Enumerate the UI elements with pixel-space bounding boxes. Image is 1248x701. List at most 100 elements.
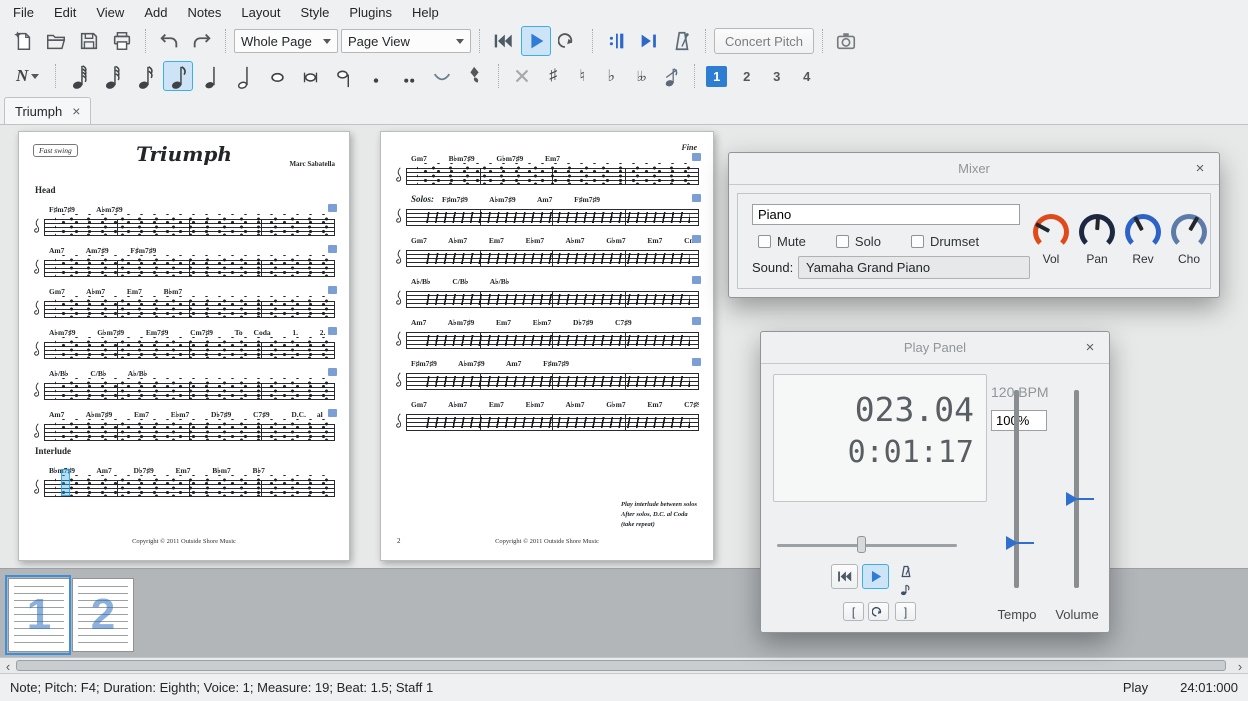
print-button[interactable] [107, 26, 137, 56]
menu-style[interactable]: Style [291, 3, 338, 22]
chord-row[interactable]: A♭/B♭ C/B♭ A♭/B♭ [49, 369, 147, 378]
save-button[interactable] [74, 26, 104, 56]
tempo-percent-input[interactable] [991, 410, 1047, 431]
track-name-input[interactable] [752, 204, 1020, 225]
chord-row[interactable]: Gm7 A♭m7 Em7 E♭m7 A♭m7 G♭m7 Em7 Cm7♯9 [411, 236, 699, 245]
voice-4-button[interactable]: 4 [796, 66, 817, 87]
checkbox-box[interactable] [836, 235, 849, 248]
fine-marking[interactable]: Fine [681, 143, 697, 152]
chord-row[interactable]: F♯m7♯9 A♭m7♯9 [49, 205, 123, 214]
pan-knob[interactable] [1079, 214, 1115, 250]
section-label-interlude[interactable]: Interlude [35, 446, 335, 456]
rest-button[interactable] [460, 61, 490, 91]
image-capture-button[interactable] [831, 26, 861, 56]
close-icon[interactable]: × [72, 104, 80, 118]
staff-system[interactable]: A♭/B♭ C/B♭ A♭/B♭ [33, 367, 335, 400]
staff-system[interactable]: F♯m7♯9 A♭m7♯9 Am7 F♯m7♯9 [395, 357, 699, 390]
system-break-icon[interactable] [692, 235, 701, 243]
close-icon[interactable]: × [1081, 339, 1099, 357]
note-half-button[interactable] [229, 61, 259, 91]
volume-slider-handle[interactable] [1066, 492, 1078, 506]
volume-knob[interactable] [1033, 214, 1069, 250]
natural-button[interactable]: ♮ [569, 62, 595, 90]
close-icon[interactable]: × [1191, 160, 1209, 178]
system-break-icon[interactable] [328, 286, 337, 294]
performance-note[interactable]: Play interlude between solos After solos… [621, 500, 697, 530]
zoom-combobox[interactable]: Whole Page [234, 29, 338, 53]
redo-button[interactable] [187, 26, 217, 56]
menu-add[interactable]: Add [135, 3, 176, 22]
staff-system[interactable]: A♭/B♭ C/B♭ A♭/B♭ [395, 275, 699, 308]
chord-row[interactable]: F♯m7♯9 A♭m7♯9 Am7 F♯m7♯9 [442, 195, 600, 204]
note-quarter-button[interactable] [196, 61, 226, 91]
system-break-icon[interactable] [692, 317, 701, 325]
checkbox-box[interactable] [911, 235, 924, 248]
staff-system[interactable]: Gm7 A♭m7 Em7 E♭m7 A♭m7 G♭m7 Em7 C7♯9 [395, 398, 699, 431]
scrollbar-thumb[interactable] [16, 660, 1226, 671]
note-whole-button[interactable] [262, 61, 292, 91]
flip-direction-button[interactable] [507, 61, 537, 91]
rewind-button[interactable] [488, 26, 518, 56]
chord-row[interactable]: Am7 A♭m7♯9 Em7 E♭m7 D♭7♯9 C7♯9 D.C. al F… [49, 410, 335, 419]
menu-layout[interactable]: Layout [232, 3, 289, 22]
reverb-knob[interactable] [1125, 214, 1161, 250]
volume-slider-track[interactable] [1074, 390, 1079, 588]
checkbox-box[interactable] [758, 235, 771, 248]
staff-system[interactable]: Am7 A♭m7♯9 Em7 E♭m7 D♭7♯9 C7♯9 [395, 316, 699, 349]
system-break-icon[interactable] [328, 368, 337, 376]
tie-button[interactable] [427, 61, 457, 91]
undo-button[interactable] [154, 26, 184, 56]
staff-system[interactable]: Gm7 A♭m7 Em7 B♭m7 [33, 285, 335, 318]
chord-row[interactable]: Gm7 A♭m7 Em7 E♭m7 A♭m7 G♭m7 Em7 C7♯9 [411, 400, 699, 409]
note-16th-button[interactable] [130, 61, 160, 91]
chord-row[interactable]: F♯m7♯9 A♭m7♯9 Am7 F♯m7♯9 [411, 359, 569, 368]
position-slider-handle[interactable] [857, 536, 866, 553]
tempo-slider-track[interactable] [1014, 390, 1019, 588]
chord-row[interactable]: Gm7 A♭m7 Em7 B♭m7 [49, 287, 182, 296]
loop-toggle-button[interactable] [868, 602, 889, 621]
chord-row[interactable]: Am7 Am7♯9 F♯m7♯9 [49, 246, 156, 255]
note-longa-button[interactable] [328, 61, 358, 91]
voice-3-button[interactable]: 3 [766, 66, 787, 87]
chord-row[interactable]: A♭/B♭ C/B♭ A♭/B♭ [411, 277, 509, 286]
double-dot-button[interactable] [394, 61, 424, 91]
chord-row[interactable]: A♭m7♯9 G♭m7♯9 Em7♯9 Cm7♯9 To Coda 1. 2. [49, 328, 325, 337]
chord-row[interactable]: B♭m7♯9 Am7 D♭7♯9 Em7 B♭m7 B♭7 [49, 466, 265, 475]
concert-pitch-button[interactable]: Concert Pitch [714, 28, 814, 54]
play-panel-title-bar[interactable]: Play Panel × [761, 332, 1109, 364]
flat-button[interactable]: ♭ [598, 62, 624, 90]
note-64th-button[interactable] [64, 61, 94, 91]
mixer-title-bar[interactable]: Mixer × [729, 153, 1219, 185]
system-break-icon[interactable] [328, 204, 337, 212]
staff-system[interactable]: Am7 Am7♯9 F♯m7♯9 [33, 244, 335, 277]
play-button[interactable] [521, 26, 551, 56]
new-score-button[interactable] [8, 26, 38, 56]
loop-in-button[interactable]: [ [843, 602, 864, 621]
system-break-icon[interactable] [692, 194, 701, 202]
grace-note-button[interactable] [656, 61, 686, 91]
menu-view[interactable]: View [87, 3, 133, 22]
staff-system[interactable]: Gm7 A♭m7 Em7 E♭m7 A♭m7 G♭m7 Em7 Cm7♯9 [395, 234, 699, 267]
selected-note-highlight[interactable] [61, 469, 70, 496]
rewind-button[interactable] [831, 564, 858, 589]
voice-1-button[interactable]: 1 [706, 66, 727, 87]
note-breve-button[interactable] [295, 61, 325, 91]
loop-playback-button[interactable] [554, 26, 584, 56]
menu-file[interactable]: File [4, 3, 43, 22]
section-label-solos[interactable]: Solos: [411, 194, 434, 204]
metronome-button[interactable] [667, 26, 697, 56]
open-file-button[interactable] [41, 26, 71, 56]
tab-triumph[interactable]: Triumph × [4, 97, 91, 124]
play-button[interactable] [862, 564, 889, 589]
view-mode-combobox[interactable]: Page View [341, 29, 471, 53]
menu-plugins[interactable]: Plugins [340, 3, 401, 22]
menu-edit[interactable]: Edit [45, 3, 85, 22]
menu-help[interactable]: Help [403, 3, 448, 22]
position-slider-track[interactable] [777, 544, 957, 547]
staff-system[interactable]: Gm7 B♭m7♯9 G♭m7♯9 Em7 [395, 152, 699, 185]
chord-row[interactable]: Am7 A♭m7♯9 Em7 E♭m7 D♭7♯9 C7♯9 [411, 318, 632, 327]
mute-checkbox[interactable]: Mute [758, 234, 806, 249]
note-input-mode-button[interactable]: N [8, 61, 47, 91]
metronome-toggle[interactable] [897, 564, 915, 579]
loop-out-button[interactable]: ] [895, 602, 916, 621]
